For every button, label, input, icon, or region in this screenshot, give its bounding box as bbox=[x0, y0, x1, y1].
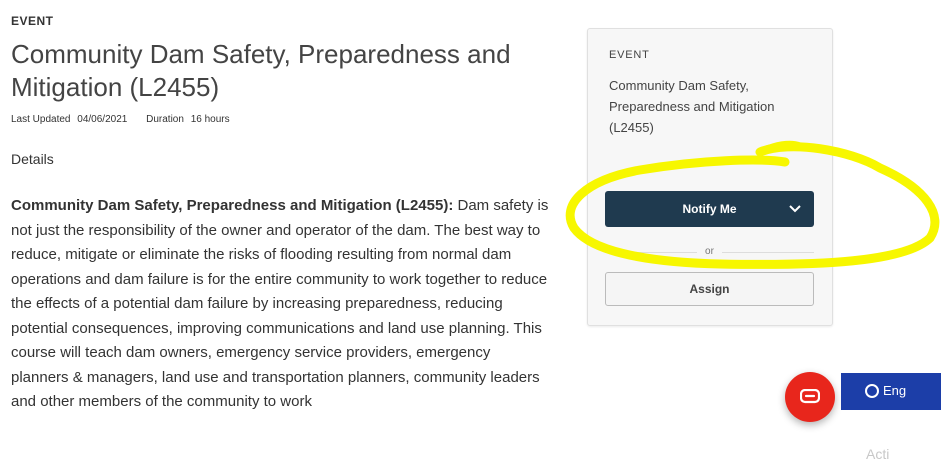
assign-button[interactable]: Assign bbox=[605, 272, 814, 306]
language-button[interactable]: Eng bbox=[841, 373, 941, 410]
details-heading: Details bbox=[11, 151, 54, 167]
event-main: EVENT Community Dam Safety, Preparedness… bbox=[11, 14, 551, 415]
description-text-2: potential consequences, improving commun… bbox=[11, 319, 542, 411]
duration-value: 16 hours bbox=[190, 114, 230, 125]
description-bold: Community Dam Safety, Preparedness and M… bbox=[11, 197, 454, 214]
chat-button[interactable] bbox=[785, 372, 835, 422]
faint-overlay-text: Acti bbox=[866, 446, 890, 462]
event-description: Community Dam Safety, Preparedness and M… bbox=[11, 194, 551, 415]
last-updated-label: Last Updated bbox=[11, 114, 71, 125]
page-title: Community Dam Safety, Preparedness and M… bbox=[11, 39, 511, 102]
or-divider: or bbox=[605, 246, 814, 258]
description-text: Dam safety is not just the responsibilit… bbox=[11, 197, 549, 312]
notify-me-label: Notify Me bbox=[682, 202, 737, 216]
duration-label: Duration bbox=[146, 114, 184, 125]
chat-icon bbox=[800, 389, 820, 404]
card-eyebrow: EVENT bbox=[609, 49, 650, 61]
event-meta: Last Updated 04/06/2021 Duration 16 hour… bbox=[11, 114, 551, 125]
chevron-down-icon bbox=[789, 205, 801, 213]
event-eyebrow: EVENT bbox=[11, 14, 54, 28]
divider-line-right bbox=[722, 252, 814, 253]
last-updated-value: 04/06/2021 bbox=[77, 114, 128, 125]
notify-me-button[interactable]: Notify Me bbox=[605, 191, 814, 227]
event-card: EVENT Community Dam Safety, Preparedness… bbox=[587, 28, 833, 326]
card-title: Community Dam Safety, Preparedness and M… bbox=[609, 78, 775, 135]
language-label: Eng bbox=[883, 383, 907, 398]
globe-icon bbox=[865, 384, 879, 398]
